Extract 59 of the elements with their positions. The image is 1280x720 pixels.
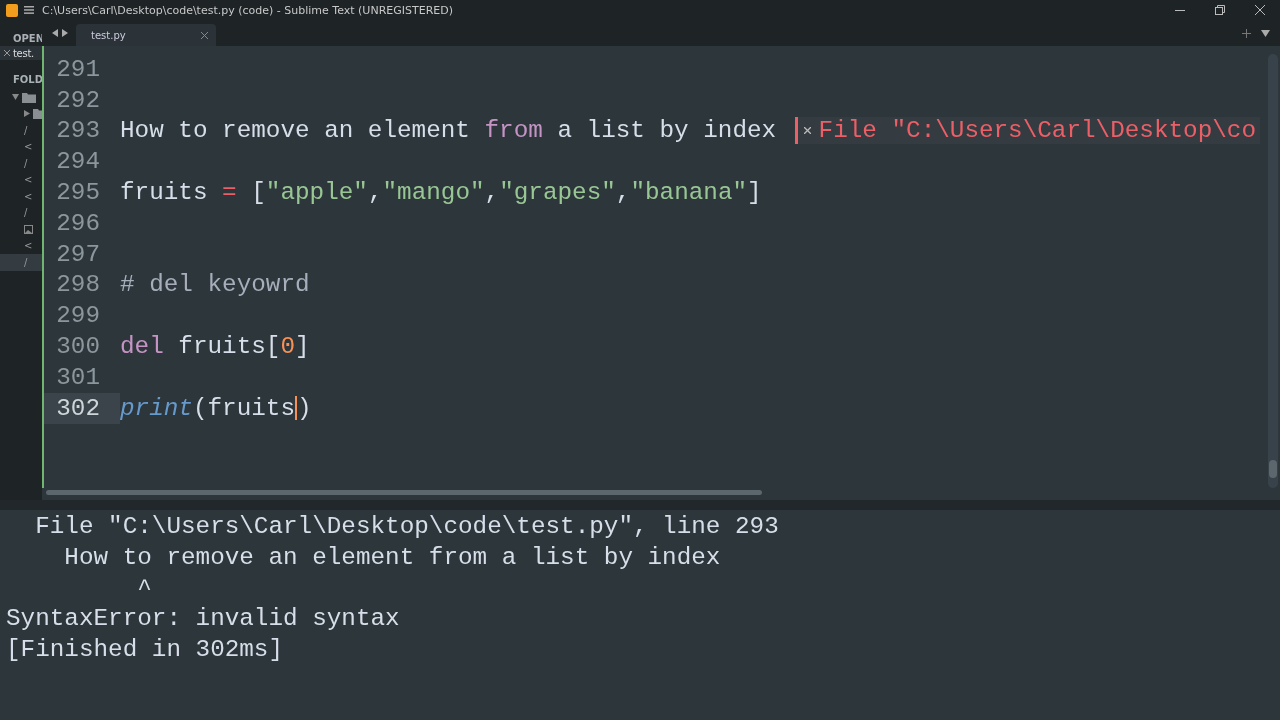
back-arrow-icon[interactable] [52, 29, 58, 37]
output-line: File "C:\Users\Carl\Desktop\code\test.py", line 293 [34, 512, 779, 542]
file-name[interactable]: / [24, 124, 28, 136]
file-name[interactable]: < [24, 190, 33, 202]
file-name[interactable]: / [24, 157, 28, 169]
scrollbar-thumb[interactable] [46, 490, 762, 495]
line-number: 291 [55, 54, 101, 85]
line-number: 302 [44, 392, 120, 424]
tree-row[interactable]: / [0, 204, 42, 221]
app-logo-icon [6, 3, 18, 17]
line-number: 292 [55, 85, 101, 116]
plus-icon[interactable] [1242, 28, 1251, 38]
open-file-item[interactable]: test. [0, 46, 42, 60]
code-line: fruits = ["apple","mango","grapes","banana"] [120, 179, 762, 207]
line-number: 298 [55, 270, 101, 301]
line-number: 300 [55, 332, 101, 362]
image-file-icon[interactable] [24, 224, 33, 234]
code-line: # del keyowrd [120, 271, 310, 299]
tree-row[interactable]: / [0, 254, 42, 271]
output-line: How to remove an element from a list by index [63, 542, 721, 573]
line-number: 296 [55, 208, 101, 239]
tree-row[interactable]: < [0, 171, 42, 188]
sidebar-heading: FOLD [12, 74, 42, 85]
tree-row[interactable]: / [0, 122, 42, 139]
file-name[interactable]: / [24, 207, 28, 219]
text-cursor [295, 396, 297, 421]
file-name[interactable]: / [24, 256, 28, 268]
menu-icon[interactable] [24, 6, 34, 14]
file-name[interactable]: < [24, 174, 33, 186]
code-line: How to remove an element from a list by index [120, 117, 777, 145]
collapsed-arrow-icon[interactable] [24, 110, 30, 118]
folder-icon[interactable] [22, 91, 36, 103]
code-line: del fruits[0] [120, 333, 310, 361]
line-number: 301 [55, 362, 101, 393]
output-line: ^ [136, 573, 152, 604]
window-title: C:\Users\Carl\Desktop\code\test.py (code) - Sublime Text (UNREGISTERED) [42, 3, 453, 17]
file-tab[interactable]: test.py [76, 24, 216, 46]
scrollbar-thumb[interactable] [1269, 460, 1277, 478]
line-number: 295 [55, 178, 101, 208]
line-number: 293 [55, 116, 101, 147]
tree-row[interactable]: / [0, 155, 42, 172]
file-name[interactable]: < [24, 141, 33, 153]
output-line: [Finished in 302ms] [6, 635, 284, 666]
code-line: print(fruits) [120, 394, 312, 422]
tree-row[interactable]: < [0, 138, 42, 155]
forward-arrow-icon[interactable] [62, 29, 68, 37]
file-name[interactable]: < [24, 240, 33, 252]
output-line: SyntaxError: invalid syntax [6, 604, 400, 635]
line-number: 297 [55, 239, 101, 270]
close-icon[interactable] [4, 50, 10, 56]
line-number: 299 [55, 301, 101, 332]
line-number: 294 [55, 147, 101, 178]
close-icon[interactable] [201, 31, 208, 39]
tree-row[interactable]: < [0, 188, 42, 205]
close-icon[interactable] [803, 127, 811, 135]
error-text: File "C:\Users\Carl\Desktop\co [818, 117, 1256, 145]
dropdown-arrow-icon[interactable] [1261, 29, 1270, 37]
tree-row[interactable]: < [0, 237, 42, 254]
expanded-arrow-icon[interactable] [12, 94, 19, 101]
